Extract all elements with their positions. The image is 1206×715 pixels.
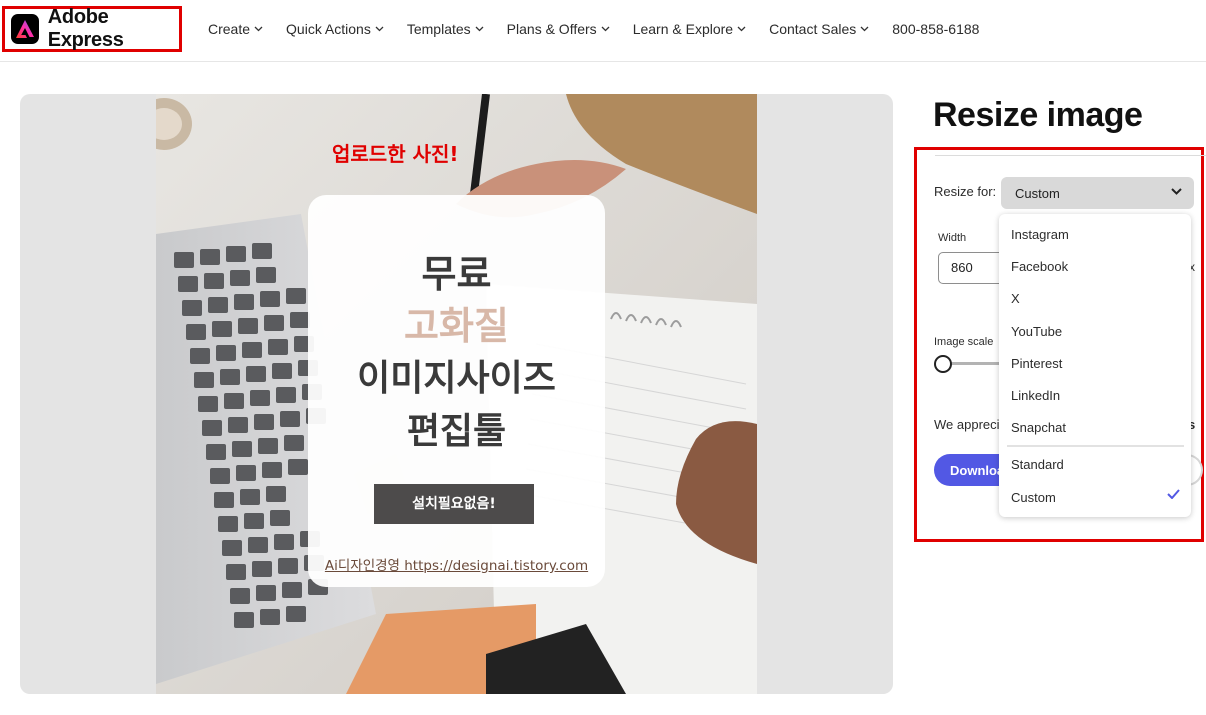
nav-learn-explore-label: Learn & Explore <box>632 21 734 37</box>
option-custom[interactable]: Custom <box>1011 490 1056 505</box>
feedback-text: We apprecia <box>934 417 1007 432</box>
image-preview-area: 업로드한 사진! 무료 고화질 이미지사이즈 편집툴 설치필요없음! Ai디자인… <box>20 94 893 694</box>
option-snapchat[interactable]: Snapchat <box>1011 420 1066 435</box>
promo-line-tool: 편집툴 <box>406 411 507 452</box>
promo-line-hq: 고화질 <box>404 304 509 348</box>
adobe-express-logo-link[interactable]: Adobe Express <box>2 6 182 52</box>
option-x[interactable]: X <box>1011 291 1020 306</box>
chevron-down-icon <box>1171 188 1182 195</box>
resize-for-selected-value: Custom <box>1015 185 1060 201</box>
nav-create[interactable]: Create <box>208 21 263 37</box>
adobe-express-logo-icon <box>11 14 39 44</box>
phone-number-link[interactable]: 800-858-6188 <box>892 21 979 37</box>
nav-plans-offers-label: Plans & Offers <box>506 21 597 37</box>
uploaded-photo: 업로드한 사진! 무료 고화질 이미지사이즈 편집툴 설치필요없음! Ai디자인… <box>156 94 757 694</box>
option-standard[interactable]: Standard <box>1011 457 1064 472</box>
nav-learn-explore[interactable]: Learn & Explore <box>633 21 746 37</box>
option-pinterest[interactable]: Pinterest <box>1011 356 1062 371</box>
nav-contact-sales-label: Contact Sales <box>769 21 857 37</box>
checkmark-icon <box>1167 489 1180 499</box>
chevron-down-icon <box>737 26 746 32</box>
promo-footer-link: Ai디자인경영 https://designai.tistory.com <box>324 558 589 574</box>
option-linkedin[interactable]: LinkedIn <box>1011 388 1060 403</box>
page-title: Resize image <box>933 96 1143 134</box>
nav-quick-actions[interactable]: Quick Actions <box>286 21 384 37</box>
nav-create-label: Create <box>208 21 251 37</box>
width-label: Width <box>938 232 967 244</box>
top-navigation-bar: Adobe Express Create Quick Actions Templ… <box>0 0 1206 62</box>
chevron-down-icon <box>375 26 384 32</box>
option-instagram[interactable]: Instagram <box>1011 227 1069 242</box>
image-scale-label: Image scale <box>934 336 994 348</box>
promo-line-free: 무료 <box>421 252 492 296</box>
uploaded-photo-annotation: 업로드한 사진! <box>332 142 459 166</box>
resize-for-label: Resize for: <box>934 184 997 199</box>
option-facebook[interactable]: Facebook <box>1011 259 1068 274</box>
nav-quick-actions-label: Quick Actions <box>286 21 371 37</box>
image-scale-slider-thumb[interactable] <box>934 355 952 373</box>
chevron-down-icon <box>601 26 610 32</box>
brand-name: Adobe Express <box>47 6 124 51</box>
nav-templates[interactable]: Templates <box>407 21 484 37</box>
main-nav: Create Quick Actions Templates Plans & O… <box>208 0 979 58</box>
option-youtube[interactable]: YouTube <box>1011 324 1062 339</box>
dropdown-divider <box>1007 445 1184 447</box>
chevron-down-icon <box>860 26 869 32</box>
download-button-label: Downloa <box>950 462 1005 478</box>
promo-card: 무료 고화질 이미지사이즈 편집툴 설치필요없음! Ai디자인경영 https:… <box>308 195 605 587</box>
resize-for-select[interactable]: Custom <box>1001 177 1194 209</box>
nav-templates-label: Templates <box>406 21 471 37</box>
promo-line-resize: 이미지사이즈 <box>357 358 556 399</box>
chevron-down-icon <box>475 26 484 32</box>
nav-plans-offers[interactable]: Plans & Offers <box>507 21 610 37</box>
nav-contact-sales[interactable]: Contact Sales <box>769 21 869 37</box>
chevron-down-icon <box>254 26 263 32</box>
divider <box>935 155 1206 156</box>
promo-no-install-button: 설치필요없음! <box>374 484 534 524</box>
resize-for-dropdown-menu: Instagram Facebook X YouTube Pinterest L… <box>999 214 1191 517</box>
